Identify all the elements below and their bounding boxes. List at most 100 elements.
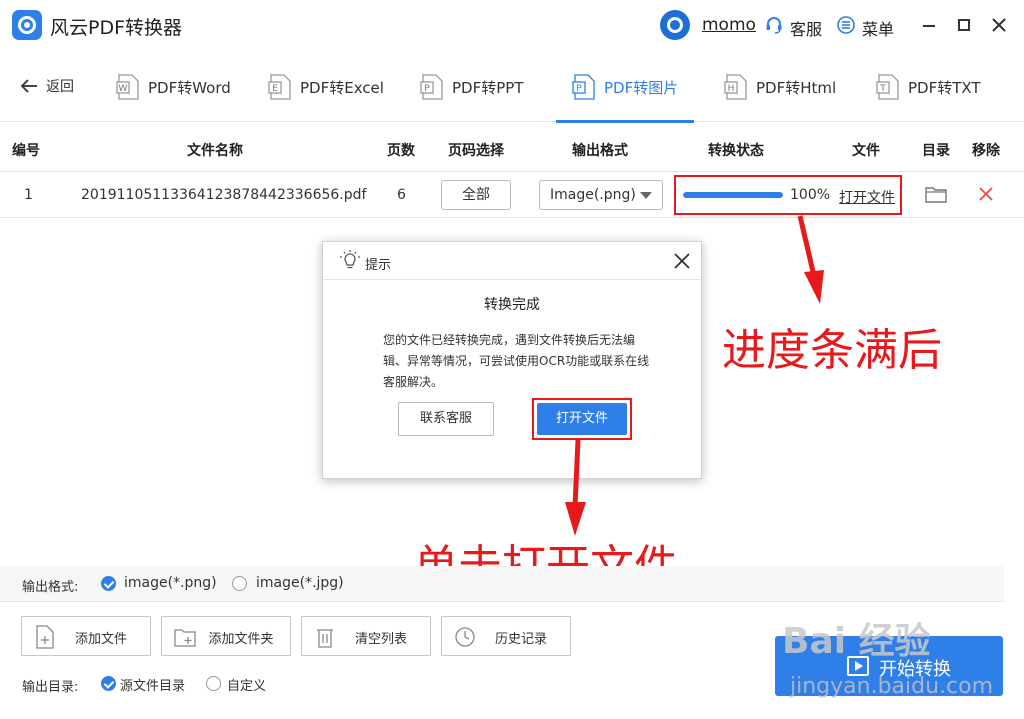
dialog-header: 提示	[323, 242, 701, 280]
back-arrow-icon	[20, 79, 37, 93]
contact-support-button[interactable]: 联系客服	[398, 402, 494, 436]
tab-pdf-to-html[interactable]: H PDF转Html	[724, 52, 836, 122]
maximize-icon[interactable]	[953, 14, 975, 36]
output-format-label: 输出格式:	[22, 580, 79, 595]
tab-pdf-to-ppt[interactable]: P PDF转PPT	[420, 52, 523, 122]
tab-pdf-to-word[interactable]: W PDF转Word	[116, 52, 231, 122]
radio-jpg[interactable]	[232, 576, 247, 591]
tab-label: PDF转Html	[756, 78, 837, 97]
col-page-selection: 页码选择	[448, 143, 504, 159]
open-file-button[interactable]: 打开文件	[537, 403, 627, 435]
col-file: 文件	[852, 143, 880, 159]
tab-label: PDF转TXT	[908, 78, 981, 97]
radio-custom-dir[interactable]	[206, 676, 221, 691]
add-folder-button[interactable]: 添加文件夹	[161, 616, 291, 656]
support-button[interactable]: 客服	[790, 16, 822, 40]
remove-icon[interactable]	[978, 186, 994, 202]
ppt-doc-icon: P	[420, 74, 443, 100]
radio-jpg-label[interactable]: image(*.jpg)	[256, 575, 344, 591]
folder-icon[interactable]	[925, 185, 947, 203]
add-file-button[interactable]: 添加文件	[21, 616, 151, 656]
caret-down-icon	[640, 192, 652, 199]
menu-button[interactable]: 菜单	[862, 16, 894, 40]
output-format-row: 输出格式: image(*.png) image(*.jpg)	[0, 566, 1004, 602]
window-close-icon[interactable]	[988, 14, 1010, 36]
tab-label: PDF转PPT	[452, 78, 524, 97]
add-folder-label: 添加文件夹	[208, 632, 274, 647]
lightbulb-icon	[340, 250, 360, 269]
svg-text:P: P	[576, 84, 582, 94]
row-pages: 6	[397, 187, 406, 203]
radio-png-label[interactable]: image(*.png)	[124, 575, 217, 591]
add-file-label: 添加文件	[74, 632, 127, 647]
conversion-nav: 返回 W PDF转Word E PDF转Excel P PDF转PPT P PD…	[0, 52, 1024, 123]
output-directory-label: 输出目录:	[22, 680, 79, 695]
dialog-heading: 转换完成	[484, 297, 540, 313]
baidu-watermark-url: jingyan.baidu.com	[790, 674, 994, 699]
svg-text:W: W	[119, 84, 128, 94]
progress-bar	[683, 192, 783, 198]
baidu-watermark: Bai 经验	[782, 621, 931, 662]
conversion-complete-dialog: 提示 转换完成 您的文件已经转换完成，遇到文件转换后无法编辑、异常等情况，可尝试…	[322, 241, 702, 479]
conversion-status: 100% 打开文件	[674, 175, 902, 215]
radio-source-dir[interactable]	[101, 676, 116, 691]
page-selection-button[interactable]: 全部	[441, 180, 511, 210]
radio-png[interactable]	[101, 576, 116, 591]
table-row: 1 20191105113364123878442336656.pdf 6 全部…	[0, 172, 1024, 218]
output-format-value: Image(.png)	[550, 187, 636, 203]
col-remove: 移除	[972, 143, 1000, 159]
col-directory: 目录	[922, 143, 950, 159]
radio-source-dir-label[interactable]: 源文件目录	[120, 675, 185, 694]
svg-text:T: T	[879, 84, 886, 94]
svg-text:P: P	[424, 84, 430, 94]
history-button[interactable]: 历史记录	[441, 616, 571, 656]
title-bar: 风云PDF转换器 momo 客服 菜单	[0, 0, 1024, 52]
app-title: 风云PDF转换器	[50, 17, 183, 39]
svg-text:E: E	[272, 84, 278, 94]
tab-pdf-to-excel[interactable]: E PDF转Excel	[268, 52, 384, 122]
app-logo	[12, 10, 42, 40]
image-doc-icon: P	[572, 74, 595, 100]
clear-list-label: 清空列表	[354, 632, 407, 647]
tab-pdf-to-image[interactable]: P PDF转图片	[555, 52, 695, 123]
file-table-header: 编号 文件名称 页数 页码选择 输出格式 转换状态 文件 目录 移除	[0, 124, 1024, 172]
col-pages: 页数	[387, 143, 415, 159]
minimize-icon[interactable]	[918, 14, 940, 36]
col-status: 转换状态	[708, 143, 764, 159]
open-file-link[interactable]: 打开文件	[839, 187, 895, 207]
col-index: 编号	[12, 143, 40, 159]
col-filename: 文件名称	[187, 143, 243, 159]
progress-fill	[683, 192, 783, 198]
menu-icon[interactable]	[837, 16, 855, 34]
txt-doc-icon: T	[876, 74, 899, 100]
word-doc-icon: W	[116, 74, 139, 100]
tab-label: PDF转Excel	[300, 78, 384, 97]
username-link[interactable]: momo	[702, 15, 756, 35]
tab-label: PDF转Word	[148, 78, 231, 97]
tab-pdf-to-txt[interactable]: T PDF转TXT	[876, 52, 981, 122]
back-label: 返回	[46, 79, 74, 95]
back-button[interactable]: 返回	[20, 74, 74, 98]
radio-custom-dir-label[interactable]: 自定义	[227, 675, 266, 694]
col-output-format: 输出格式	[572, 143, 628, 159]
dialog-message: 您的文件已经转换完成，遇到文件转换后无法编辑、异常等情况，可尝试使用OCR功能或…	[383, 333, 650, 389]
excel-doc-icon: E	[268, 74, 291, 100]
annotation-arrow-progress	[797, 215, 824, 304]
open-file-highlight: 打开文件	[532, 398, 632, 440]
annotation-progress-note: 进度条满后	[722, 325, 942, 376]
svg-text:H: H	[728, 84, 735, 94]
progress-percent: 100%	[790, 187, 831, 203]
close-icon[interactable]	[673, 252, 691, 270]
user-avatar[interactable]	[660, 10, 690, 40]
output-directory-row: 输出目录: 源文件目录 自定义	[0, 670, 700, 698]
clear-list-button[interactable]: 清空列表	[301, 616, 431, 656]
html-doc-icon: H	[724, 74, 747, 100]
annotation-arrow-click	[565, 439, 586, 536]
dialog-title: 提示	[365, 258, 392, 273]
row-filename: 20191105113364123878442336656.pdf	[81, 187, 367, 203]
row-index: 1	[24, 187, 33, 203]
headset-icon[interactable]	[765, 16, 783, 34]
output-format-select[interactable]: Image(.png)	[539, 180, 663, 210]
tab-label: PDF转图片	[604, 78, 679, 97]
history-label: 历史记录	[494, 632, 547, 647]
